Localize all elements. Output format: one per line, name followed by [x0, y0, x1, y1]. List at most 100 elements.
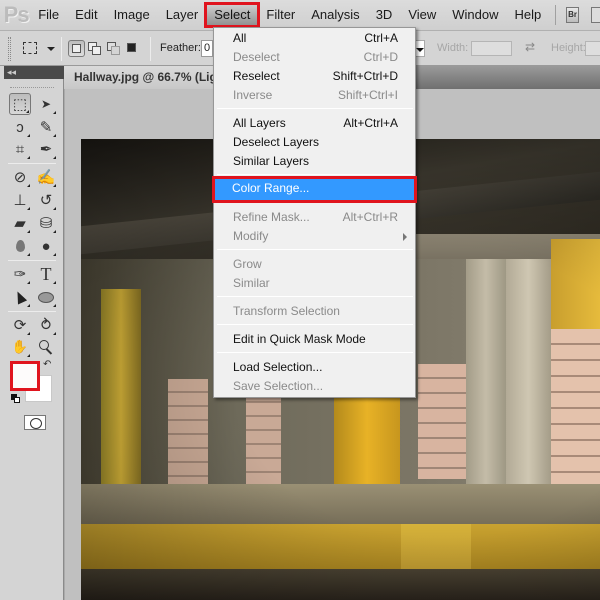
menu-item-label: Color Range... [232, 181, 310, 195]
menu-item-reselect[interactable]: Reselect Shift+Ctrl+D [215, 67, 414, 86]
path-selection-tool[interactable] [9, 286, 31, 308]
menu-item-deselect[interactable]: Deselect Ctrl+D [215, 48, 414, 67]
toolbox: ◂◂ ⬚ ➤ ↄ ✎ ⌗ ✒ ⊘ ✍ ⊥ ↺ ▰ ⛁ ● ✑ T ⟳ ⥁ ✋ ↶ [0, 66, 64, 600]
intersect-selection-button[interactable] [124, 40, 141, 57]
menu-item-shortcut: Shift+Ctrl+D [332, 69, 398, 83]
menu-item-shortcut: Ctrl+A [364, 31, 398, 45]
dodge-icon: ● [41, 237, 51, 255]
swap-dimensions-icon[interactable]: ⇄ [525, 40, 535, 54]
menu-item-transform-selection[interactable]: Transform Selection [215, 302, 414, 321]
dodge-tool[interactable]: ● [35, 235, 57, 257]
menu-help[interactable]: Help [507, 4, 550, 26]
menu-item-similar[interactable]: Similar [215, 274, 414, 293]
lasso-icon: ↄ [16, 118, 24, 136]
3d-rotate-tool[interactable]: ⟳ [9, 314, 31, 336]
menu-3d[interactable]: 3D [368, 4, 401, 26]
marquee-preset-icon[interactable] [23, 42, 37, 54]
spot-healing-brush-tool[interactable]: ⊘ [9, 166, 31, 188]
menu-item-label: Refine Mask... [233, 210, 310, 224]
menu-item-label: Deselect Layers [233, 135, 320, 149]
bridge-button[interactable]: Br [565, 7, 580, 23]
menu-item-label: All Layers [233, 116, 286, 130]
zoom-tool[interactable] [35, 336, 57, 358]
menu-image[interactable]: Image [106, 4, 158, 26]
subtract-from-selection-button[interactable] [105, 40, 122, 57]
menu-window[interactable]: Window [444, 4, 506, 26]
menu-item-all[interactable]: All Ctrl+A [215, 29, 414, 48]
height-input[interactable] [585, 41, 600, 56]
paint-bucket-tool[interactable]: ⛁ [35, 212, 57, 234]
3d-orbit-icon: ⥁ [40, 317, 52, 334]
hand-tool[interactable]: ✋ [9, 336, 31, 358]
toolbox-grip[interactable] [10, 87, 54, 89]
ellipse-tool[interactable] [35, 286, 57, 308]
3d-orbit-tool[interactable]: ⥁ [35, 314, 57, 336]
menu-edit[interactable]: Edit [67, 4, 105, 26]
preset-dropdown-arrow-icon[interactable] [47, 47, 55, 51]
default-colors-icon[interactable] [11, 394, 20, 403]
menu-view[interactable]: View [400, 4, 444, 26]
crop-tool[interactable]: ⌗ [9, 138, 31, 160]
menu-item-label: Reselect [233, 69, 280, 83]
add-to-selection-button[interactable] [86, 40, 103, 57]
mini-bridge-button[interactable] [591, 7, 600, 23]
document-tab[interactable]: Hallway.jpg @ 66.7% (Ligh [64, 66, 216, 89]
menu-item-label: Load Selection... [233, 360, 323, 374]
menu-item-shortcut: Alt+Ctrl+A [343, 116, 398, 130]
path-selection-arrow-icon [12, 289, 28, 305]
menu-separator [217, 296, 413, 297]
toolbox-divider [8, 311, 56, 312]
rectangular-marquee-tool[interactable]: ⬚ [9, 93, 31, 115]
menu-item-modify[interactable]: Modify [215, 227, 414, 246]
toolbox-collapse-button[interactable]: ◂◂ [4, 66, 64, 79]
history-brush-tool[interactable]: ↺ [35, 189, 57, 211]
history-brush-icon: ↺ [39, 192, 53, 209]
lasso-tool[interactable]: ↄ [9, 116, 31, 138]
brush-icon: ✍ [36, 169, 56, 186]
menu-filter[interactable]: Filter [258, 4, 303, 26]
menu-item-shortcut: Shift+Ctrl+I [337, 88, 398, 102]
menu-divider [555, 5, 556, 25]
new-selection-button[interactable] [68, 40, 85, 57]
menu-item-refine-mask[interactable]: Refine Mask... Alt+Ctrl+R [215, 208, 414, 227]
quick-selection-tool[interactable]: ✎ [35, 116, 57, 138]
options-grip[interactable] [8, 37, 11, 61]
intersect-selection-icon [127, 43, 136, 52]
menu-analysis[interactable]: Analysis [303, 4, 367, 26]
feather-input[interactable]: 0 [201, 40, 213, 57]
menu-item-inverse[interactable]: Inverse Shift+Ctrl+I [215, 86, 414, 105]
swap-colors-icon[interactable]: ↶ [43, 359, 51, 370]
eraser-tool[interactable]: ▰ [9, 212, 31, 234]
type-tool[interactable]: T [35, 263, 57, 285]
blur-tool[interactable] [9, 235, 31, 257]
menu-item-save-selection[interactable]: Save Selection... [215, 377, 414, 396]
menu-item-load-selection[interactable]: Load Selection... [215, 358, 414, 377]
menu-item-label: All [233, 31, 247, 45]
menu-separator [217, 324, 413, 325]
menu-item-shortcut: Alt+Ctrl+R [342, 210, 398, 224]
blur-drop-icon [15, 240, 25, 252]
menu-select[interactable]: Select [204, 2, 261, 28]
menu-item-all-layers[interactable]: All Layers Alt+Ctrl+A [215, 114, 414, 133]
move-tool[interactable]: ➤ [35, 93, 57, 115]
menu-item-label: Similar Layers [233, 154, 310, 168]
menu-item-similar-layers[interactable]: Similar Layers [215, 152, 414, 171]
menu-item-shortcut: Ctrl+D [363, 50, 398, 64]
menu-file[interactable]: File [30, 4, 67, 26]
clone-stamp-tool[interactable]: ⊥ [9, 189, 31, 211]
menu-layer[interactable]: Layer [158, 4, 207, 26]
pen-tool[interactable]: ✑ [9, 263, 31, 285]
quick-mask-mode-button[interactable] [24, 415, 46, 430]
magnifier-icon [39, 340, 53, 355]
menu-item-quick-mask-mode[interactable]: Edit in Quick Mask Mode [215, 330, 414, 349]
width-input[interactable] [471, 41, 512, 56]
brush-tool[interactable]: ✍ [35, 166, 57, 188]
menu-item-label: Modify [233, 229, 269, 243]
clone-stamp-icon: ⊥ [13, 192, 27, 209]
toolbox-divider [8, 260, 56, 261]
menu-item-grow[interactable]: Grow [215, 255, 414, 274]
menu-item-deselect-layers[interactable]: Deselect Layers [215, 133, 414, 152]
menu-item-color-range[interactable]: Color Range... [212, 176, 417, 203]
foreground-color-swatch[interactable] [10, 361, 40, 391]
eyedropper-tool[interactable]: ✒ [35, 138, 57, 160]
